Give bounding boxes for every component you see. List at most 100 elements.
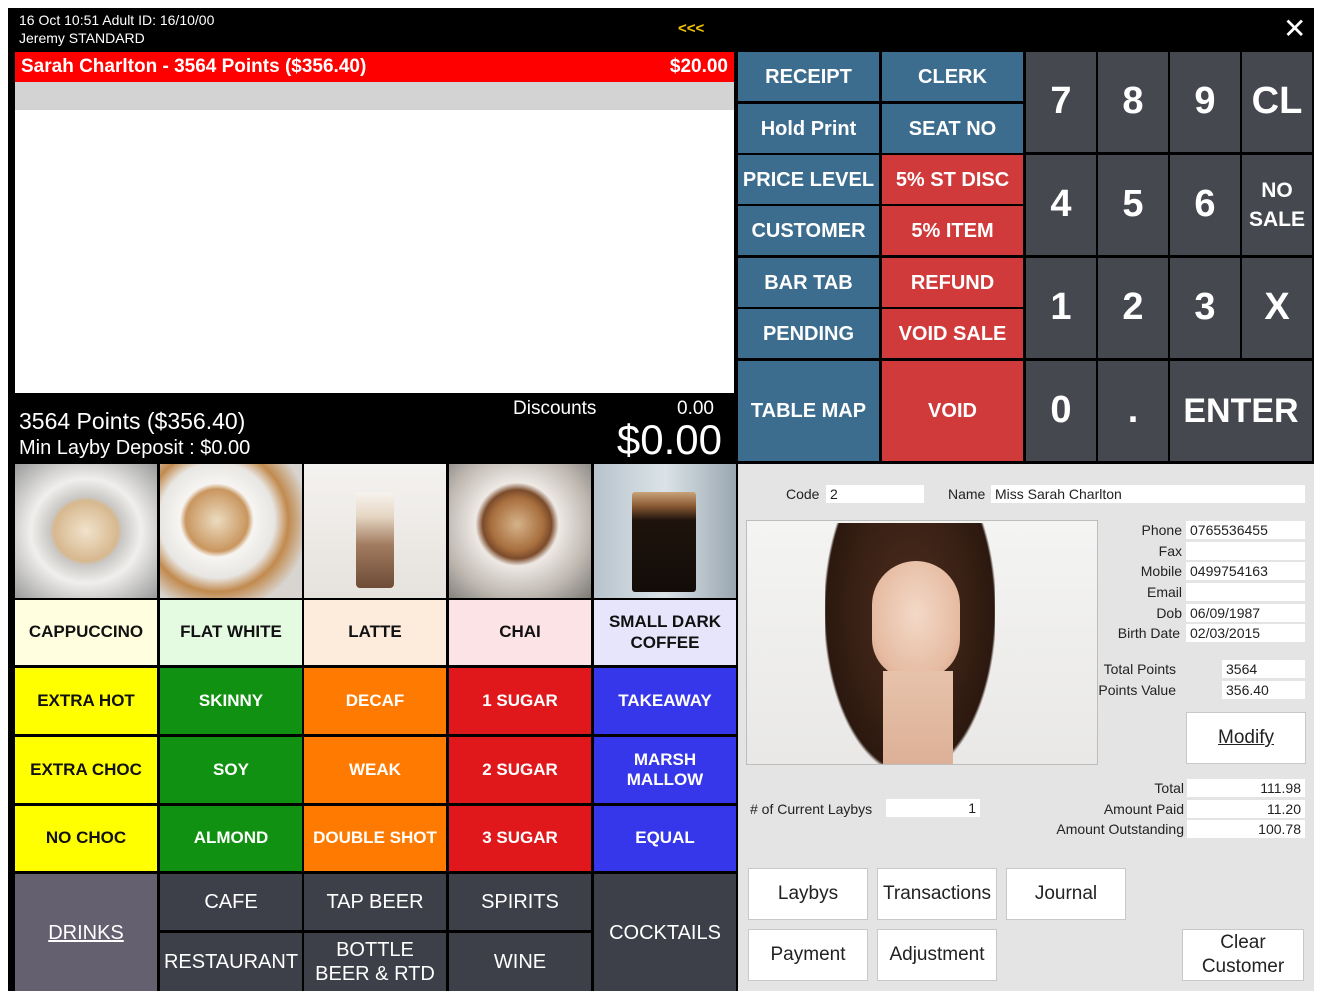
double-shot-button[interactable]: DOUBLE SHOT <box>304 806 446 871</box>
hold-print-button[interactable]: Hold Print <box>738 104 879 153</box>
latte-button[interactable]: LATTE <box>304 600 446 665</box>
key-clear[interactable]: CL <box>1242 52 1312 152</box>
category-spirits[interactable]: SPIRITS <box>449 874 591 930</box>
category-cafe[interactable]: CAFE <box>160 874 302 930</box>
current-laybys-field[interactable]: 1 <box>886 799 980 817</box>
soy-button[interactable]: SOY <box>160 737 302 803</box>
total-field[interactable]: 111.98 <box>1187 779 1305 797</box>
payment-button[interactable]: Payment <box>748 929 868 981</box>
receipt-button[interactable]: RECEIPT <box>738 52 879 101</box>
total-points-field[interactable]: 3564 <box>1222 660 1305 678</box>
category-restaurant[interactable]: RESTAURANT <box>160 933 302 991</box>
journal-button[interactable]: Journal <box>1006 868 1126 920</box>
category-drinks[interactable]: DRINKS <box>15 874 157 991</box>
seat-no-button[interactable]: SEAT NO <box>882 104 1023 153</box>
adjustment-button[interactable]: Adjustment <box>877 929 997 981</box>
pending-button[interactable]: PENDING <box>738 309 879 358</box>
discounts-label: Discounts <box>513 398 597 419</box>
cappuccino-button[interactable]: CAPPUCCINO <box>15 600 157 665</box>
collapse-arrows[interactable]: <<< <box>678 20 704 37</box>
takeaway-button[interactable]: TAKEAWAY <box>594 668 736 734</box>
code-field[interactable]: 2 <box>826 485 924 503</box>
key-9[interactable]: 9 <box>1170 52 1240 152</box>
enter-button[interactable]: ENTER <box>1170 361 1312 461</box>
datetime-text: 16 Oct 10:51 Adult ID: 16/10/00 <box>19 12 215 28</box>
fax-label: Fax <box>1158 543 1182 559</box>
no-sale-button[interactable]: NO SALE <box>1242 155 1312 255</box>
no-sale-label-2: SALE <box>1248 208 1305 231</box>
clear-customer-button[interactable]: Clear Customer <box>1182 929 1304 981</box>
flat-white-button[interactable]: FLAT WHITE <box>160 600 302 665</box>
flat-white-image[interactable] <box>160 464 302 598</box>
sale-total: $0.00 <box>616 416 722 463</box>
category-wine[interactable]: WINE <box>449 933 591 991</box>
points-value-field[interactable]: 356.40 <box>1222 681 1305 699</box>
bar-tab-button[interactable]: BAR TAB <box>738 258 879 307</box>
dob-field[interactable]: 06/09/1987 <box>1186 604 1305 622</box>
sale-list-header <box>15 82 734 110</box>
transactions-button[interactable]: Transactions <box>877 868 997 920</box>
key-8[interactable]: 8 <box>1098 52 1168 152</box>
key-3[interactable]: 3 <box>1170 258 1240 358</box>
key-6[interactable]: 6 <box>1170 155 1240 255</box>
email-label: Email <box>1146 584 1182 600</box>
chai-image[interactable] <box>449 464 591 598</box>
no-choc-button[interactable]: NO CHOC <box>15 806 157 871</box>
small-dark-coffee-image[interactable] <box>594 464 736 598</box>
3-sugar-button[interactable]: 3 SUGAR <box>449 806 591 871</box>
birth-date-field[interactable]: 02/03/2015 <box>1186 624 1305 642</box>
name-field[interactable]: Miss Sarah Charlton <box>991 485 1305 503</box>
key-5[interactable]: 5 <box>1098 155 1168 255</box>
void-button[interactable]: VOID <box>882 361 1023 461</box>
small-dark-coffee-button[interactable]: SMALL DARK COFFEE <box>594 600 736 665</box>
price-level-button[interactable]: PRICE LEVEL <box>738 155 879 204</box>
phone-label: Phone <box>1141 522 1182 538</box>
category-tap-beer[interactable]: TAP BEER <box>304 874 446 930</box>
decaf-button[interactable]: DECAF <box>304 668 446 734</box>
table-map-button[interactable]: TABLE MAP <box>738 361 879 461</box>
latte-image[interactable] <box>304 464 446 598</box>
key-decimal[interactable]: . <box>1098 361 1168 461</box>
extra-choc-button[interactable]: EXTRA CHOC <box>15 737 157 803</box>
amount-paid-field[interactable]: 11.20 <box>1187 800 1305 818</box>
mobile-field[interactable]: 0499754163 <box>1186 562 1305 580</box>
laybys-button[interactable]: Laybys <box>748 868 868 920</box>
sale-item-list[interactable] <box>15 110 734 393</box>
key-2[interactable]: 2 <box>1098 258 1168 358</box>
category-bottle-beer[interactable]: BOTTLE BEER & RTD <box>304 933 446 991</box>
email-field[interactable] <box>1186 583 1305 601</box>
amount-paid-label: Amount Paid <box>1103 801 1184 817</box>
weak-button[interactable]: WEAK <box>304 737 446 803</box>
points-summary: 3564 Points ($356.40) <box>19 408 246 434</box>
almond-button[interactable]: ALMOND <box>160 806 302 871</box>
refund-button[interactable]: REFUND <box>882 258 1023 307</box>
clerk-button[interactable]: CLERK <box>882 52 1023 101</box>
modify-button[interactable]: Modify <box>1186 712 1306 764</box>
amount-outstanding-field[interactable]: 100.78 <box>1187 820 1305 838</box>
2-sugar-button[interactable]: 2 SUGAR <box>449 737 591 803</box>
category-cocktails[interactable]: COCKTAILS <box>594 874 736 991</box>
customer-neck <box>883 671 953 764</box>
1-sugar-button[interactable]: 1 SUGAR <box>449 668 591 734</box>
key-0[interactable]: 0 <box>1026 361 1096 461</box>
cappuccino-image[interactable] <box>15 464 157 598</box>
customer-button[interactable]: CUSTOMER <box>738 206 879 255</box>
phone-field[interactable]: 0765536455 <box>1186 521 1305 539</box>
st-discount-button[interactable]: 5% ST DISC <box>882 155 1023 204</box>
item-discount-button[interactable]: 5% ITEM <box>882 206 1023 255</box>
key-multiply[interactable]: X <box>1242 258 1312 358</box>
void-sale-button[interactable]: VOID SALE <box>882 309 1023 358</box>
dark-coffee-glass <box>632 492 696 592</box>
close-icon[interactable]: ✕ <box>1283 14 1306 44</box>
skinny-button[interactable]: SKINNY <box>160 668 302 734</box>
layby-deposit: Min Layby Deposit : $0.00 <box>19 437 251 459</box>
fax-field[interactable] <box>1186 542 1305 560</box>
chai-button[interactable]: CHAI <box>449 600 591 665</box>
key-1[interactable]: 1 <box>1026 258 1096 358</box>
marshmallow-button[interactable]: MARSH MALLOW <box>594 737 736 803</box>
key-4[interactable]: 4 <box>1026 155 1096 255</box>
extra-hot-button[interactable]: EXTRA HOT <box>15 668 157 734</box>
equal-button[interactable]: EQUAL <box>594 806 736 871</box>
key-7[interactable]: 7 <box>1026 52 1096 152</box>
customer-bar[interactable]: Sarah Charlton - 3564 Points ($356.40) $… <box>15 52 734 82</box>
